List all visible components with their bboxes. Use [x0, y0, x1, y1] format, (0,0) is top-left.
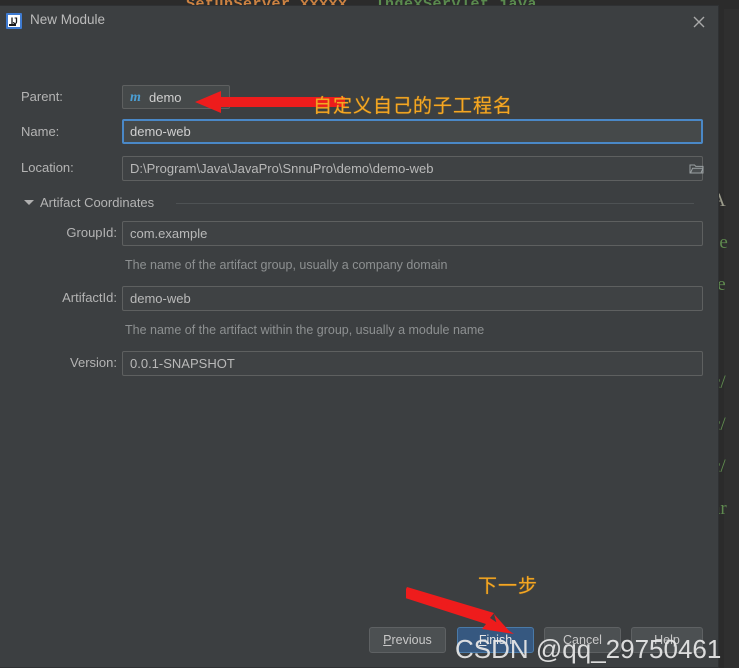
dialog-footer: Previous Finish Cancel Help	[0, 617, 718, 667]
location-label: Location:	[21, 160, 74, 175]
parent-dropdown[interactable]: m demo	[122, 85, 230, 109]
artifact-id-row: ArtifactId: demo-web	[0, 286, 718, 311]
artifact-id-hint: The name of the artifact within the grou…	[125, 323, 485, 337]
previous-button-label-rest: revious	[391, 633, 432, 647]
annotation-name-note: 自定义自己的子工程名	[313, 96, 514, 117]
section-divider	[176, 203, 694, 204]
name-input[interactable]: demo-web	[122, 119, 703, 144]
name-row: Name: demo-web	[0, 119, 718, 144]
chevron-down-icon	[210, 96, 220, 101]
help-button[interactable]: Help	[631, 627, 703, 653]
name-label: Name:	[21, 124, 60, 139]
annotation-finish-note: 下一步	[478, 576, 539, 597]
screenshot-root: SetupServer.xxxxxIndexServlet.java A se …	[0, 0, 739, 668]
group-id-row: GroupId: com.example	[0, 221, 718, 246]
intellij-idea-icon: IJ	[6, 13, 22, 29]
maven-module-icon: m	[130, 90, 141, 105]
parent-label: Parent:	[21, 89, 63, 104]
cancel-button[interactable]: Cancel	[544, 627, 621, 653]
group-id-input[interactable]: com.example	[122, 221, 703, 246]
version-row: Version: 0.0.1-SNAPSHOT	[0, 351, 718, 376]
artifact-coordinates-section-header[interactable]: Artifact Coordinates	[24, 195, 698, 211]
chevron-down-icon[interactable]	[24, 200, 34, 205]
dialog-titlebar: IJ New Module	[0, 6, 718, 35]
group-id-label: GroupId:	[66, 225, 117, 240]
version-input[interactable]: 0.0.1-SNAPSHOT	[122, 351, 703, 376]
location-input[interactable]: D:\Program\Java\JavaPro\SnnuPro\demo\dem…	[122, 156, 703, 181]
artifact-id-input[interactable]: demo-web	[122, 286, 703, 311]
previous-button[interactable]: Previous	[369, 627, 446, 653]
artifact-coordinates-title: Artifact Coordinates	[40, 195, 155, 210]
finish-button[interactable]: Finish	[457, 627, 534, 653]
close-icon[interactable]	[688, 11, 710, 33]
parent-dropdown-value: demo	[149, 90, 182, 105]
dialog-title: New Module	[30, 12, 106, 27]
version-label: Version:	[70, 355, 117, 370]
artifact-id-label: ArtifactId:	[62, 290, 117, 305]
group-id-hint: The name of the artifact group, usually …	[125, 258, 448, 272]
finish-button-label-rest: inish	[486, 633, 513, 647]
folder-icon[interactable]	[689, 162, 704, 175]
location-row: Location: D:\Program\Java\JavaPro\SnnuPr…	[0, 156, 718, 181]
